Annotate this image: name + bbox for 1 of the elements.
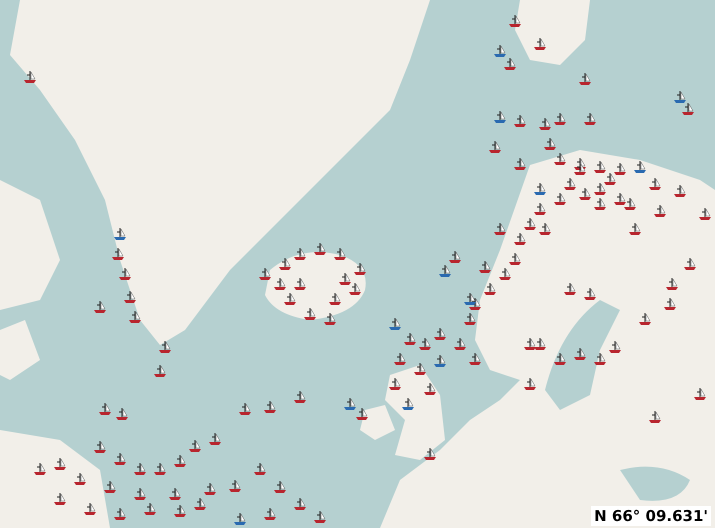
coordinate-readout: N 66° 09.631': [591, 506, 711, 526]
